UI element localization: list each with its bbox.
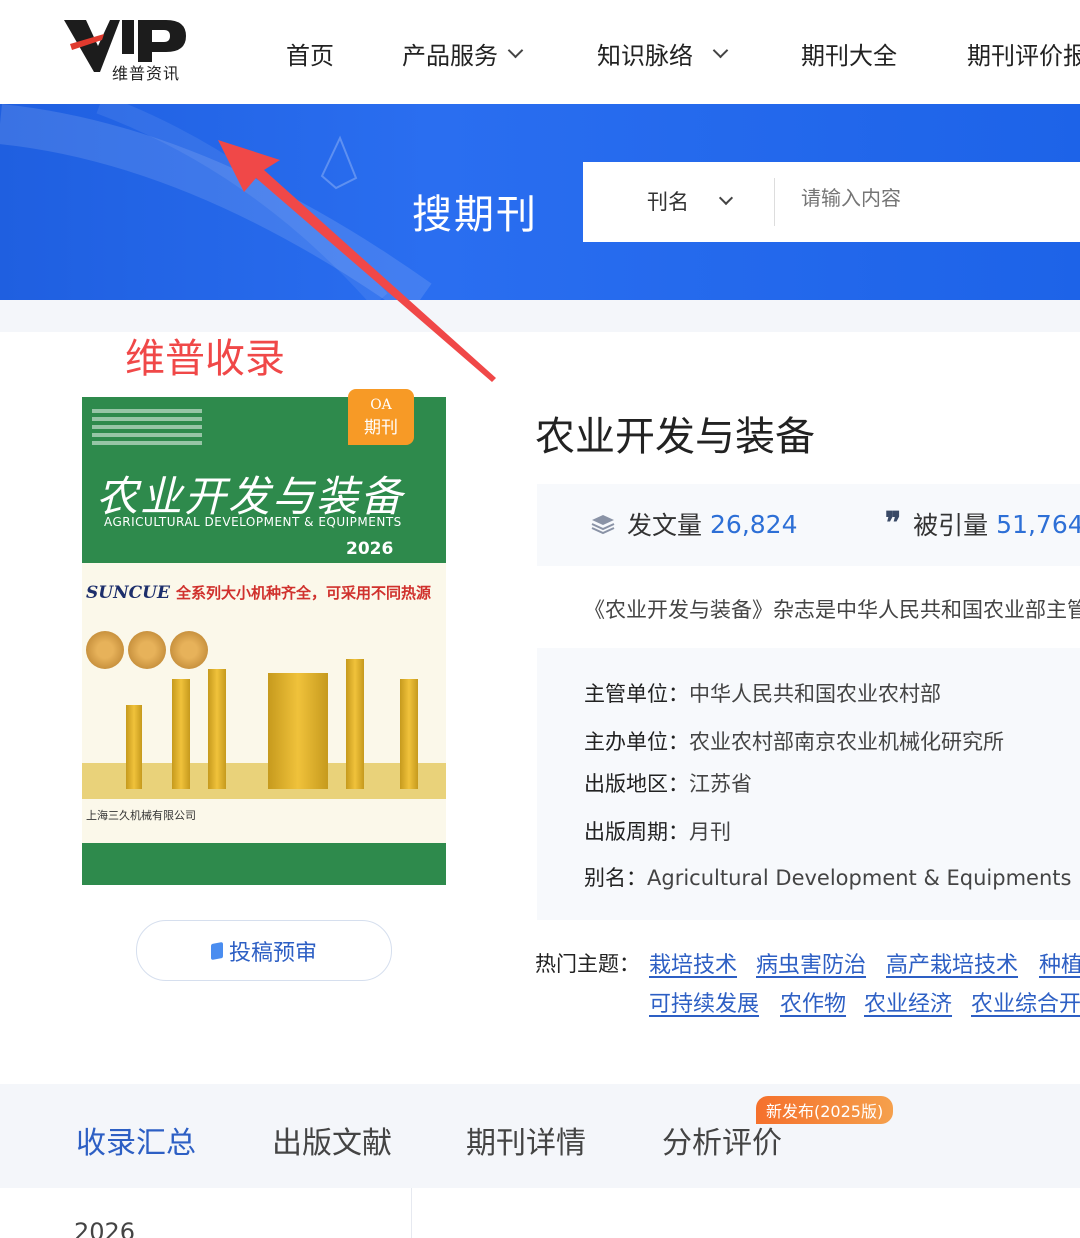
search-type-select[interactable]: 刊名 xyxy=(647,186,734,216)
nav-knowledge[interactable]: 知识脉络 xyxy=(597,36,729,71)
stat-citations-value: 51,764 xyxy=(996,509,1080,539)
topic-link[interactable]: 农业经济 xyxy=(864,986,952,1018)
info-row-region: 出版地区：江苏省 xyxy=(584,768,752,798)
silo-image xyxy=(126,705,142,789)
oa-badge-line1: OA xyxy=(370,397,392,413)
grain-image xyxy=(86,631,124,669)
grain-image xyxy=(128,631,166,669)
journal-description: 《农业开发与装备》杂志是中华人民共和国农业部主管 xyxy=(584,598,1080,622)
cover-subtitle: AGRICULTURAL DEVELOPMENT & EQUIPMENTS xyxy=(104,515,402,529)
info-value: 月刊 xyxy=(689,820,731,844)
journal-title: 农业开发与装备 xyxy=(535,414,815,460)
info-value: 江苏省 xyxy=(689,772,752,796)
info-row-supervisor: 主管单位：中华人民共和国农业农村部 xyxy=(584,678,941,708)
layers-icon xyxy=(591,515,615,535)
document-icon xyxy=(210,941,223,960)
chevron-down-icon xyxy=(712,42,729,59)
cover-ad-line: SUNCUE 全系列大小机种齐全，可采用不同热源 xyxy=(86,582,431,603)
nav-evaluation-label: 期刊评价报告 xyxy=(967,42,1080,70)
nav-knowledge-label: 知识脉络 xyxy=(597,42,693,70)
info-value: 中华人民共和国农业农村部 xyxy=(689,682,941,706)
submit-review-button[interactable]: 投稿预审 xyxy=(136,920,392,981)
stat-citations: ❞ 被引量 51,764 xyxy=(885,506,1080,542)
stat-citations-label: 被引量 xyxy=(913,511,989,540)
chevron-down-icon xyxy=(507,42,524,59)
journal-cover[interactable]: 农业开发与装备 AGRICULTURAL DEVELOPMENT & EQUIP… xyxy=(82,397,446,885)
year-sidebar xyxy=(0,1188,412,1238)
journal-info-box: 主管单位：中华人民共和国农业农村部 主办单位：农业农村部南京农业机械化研究所 出… xyxy=(537,648,1080,920)
annotation-label: 维普收录 xyxy=(125,336,285,382)
topic-link[interactable]: 高产栽培技术 xyxy=(886,947,1018,979)
silo-image xyxy=(172,679,190,789)
info-key: 主办单位： xyxy=(584,730,689,754)
submit-review-label: 投稿预审 xyxy=(228,940,317,966)
cover-year: 2026 xyxy=(346,539,394,559)
banner-title: 搜期刊 xyxy=(412,192,538,238)
topic-link[interactable]: 可持续发展 xyxy=(649,986,759,1018)
search-box: 刊名 xyxy=(583,162,1080,242)
info-value: 农业农村部南京农业机械化研究所 xyxy=(689,730,1004,754)
silo-image xyxy=(346,659,364,789)
topic-link[interactable]: 病虫害防治 xyxy=(756,947,866,979)
info-key: 出版地区： xyxy=(584,772,689,796)
nav-journals-label: 期刊大全 xyxy=(801,42,897,70)
topic-link[interactable]: 种植技术 xyxy=(1039,947,1080,979)
topic-link[interactable]: 栽培技术 xyxy=(649,947,737,979)
tab-details[interactable]: 期刊详情 xyxy=(466,1118,586,1162)
stats-box: 发文量 26,824 ❞ 被引量 51,764 xyxy=(537,484,1080,566)
search-banner: 搜期刊 刊名 xyxy=(0,104,1080,300)
hot-topics-label: 热门主题： xyxy=(535,952,640,976)
stat-articles-value: 26,824 xyxy=(710,509,798,539)
topic-link[interactable]: 农业综合开发 xyxy=(971,986,1080,1018)
year-item[interactable]: 2026 xyxy=(74,1218,135,1238)
nav-home-label: 首页 xyxy=(286,42,334,70)
cover-company: 上海三久机械有限公司 xyxy=(86,809,196,822)
info-key: 别名： xyxy=(584,866,647,890)
tab-analysis[interactable]: 分析评价 xyxy=(662,1118,782,1162)
search-input[interactable] xyxy=(801,186,1080,210)
building-image xyxy=(268,673,328,789)
info-row-frequency: 出版周期：月刊 xyxy=(584,816,731,846)
chevron-down-icon xyxy=(718,190,734,206)
topic-link[interactable]: 农作物 xyxy=(780,986,846,1018)
tab-publications[interactable]: 出版文献 xyxy=(272,1118,392,1162)
logo-text: 维普资讯 xyxy=(112,64,181,83)
search-divider xyxy=(774,178,775,226)
info-row-sponsor: 主办单位：农业农村部南京农业机械化研究所 xyxy=(584,726,1004,756)
nav-journals[interactable]: 期刊大全 xyxy=(801,36,897,71)
nav-products-label: 产品服务 xyxy=(402,42,498,70)
nav-products[interactable]: 产品服务 xyxy=(402,36,524,71)
cover-text-lines xyxy=(92,409,202,449)
silo-image xyxy=(208,669,226,789)
info-row-alias: 别名：Agricultural Development & Equipments xyxy=(584,862,1071,892)
silo-image xyxy=(400,679,418,789)
info-key: 出版周期： xyxy=(584,820,689,844)
stat-articles: 发文量 26,824 xyxy=(591,506,798,542)
nav-evaluation[interactable]: 期刊评价报告 xyxy=(967,36,1080,71)
cover-footer-band xyxy=(82,843,446,885)
cover-ad-brand: SUNCUE xyxy=(86,583,170,603)
top-header: 维普资讯 首页 产品服务 知识脉络 期刊大全 期刊评价报告 xyxy=(0,0,1080,104)
new-release-badge: 新发布(2025版) xyxy=(756,1096,894,1124)
oa-badge: OA 期刊 xyxy=(348,389,414,445)
quote-icon: ❞ xyxy=(885,506,902,541)
info-value: Agricultural Development & Equipments xyxy=(647,866,1072,890)
tab-summary[interactable]: 收录汇总 xyxy=(76,1118,196,1162)
grain-image xyxy=(170,631,208,669)
stat-articles-label: 发文量 xyxy=(627,511,703,540)
search-type-value: 刊名 xyxy=(647,190,689,214)
oa-badge-line2: 期刊 xyxy=(364,418,398,438)
cover-ad-text: 全系列大小机种齐全，可采用不同热源 xyxy=(175,584,431,602)
nav-home[interactable]: 首页 xyxy=(286,36,334,71)
info-key: 主管单位： xyxy=(584,682,689,706)
